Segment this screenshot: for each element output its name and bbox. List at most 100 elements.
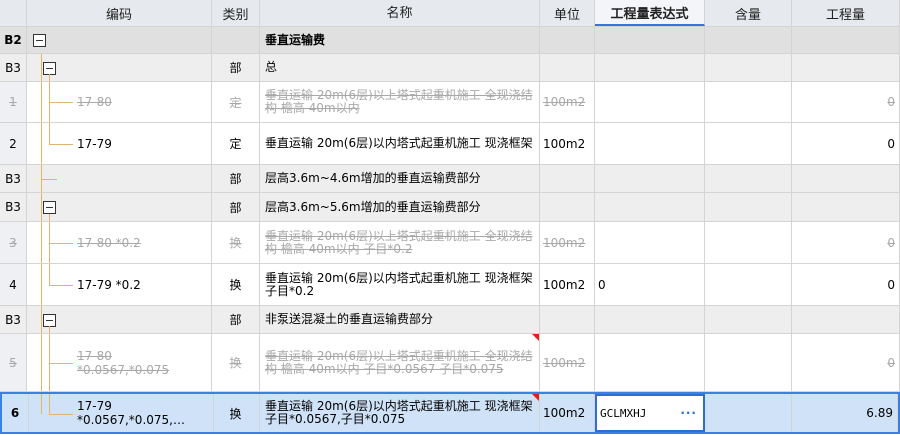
qty-cell[interactable] xyxy=(705,334,792,391)
amount-cell[interactable]: 0 xyxy=(792,82,900,122)
name-cell[interactable]: 总 xyxy=(260,54,540,81)
expr-cell[interactable] xyxy=(595,54,705,81)
code-cell[interactable] xyxy=(27,54,212,81)
name-cell[interactable]: 垂直运输 20m(6层)以内塔式起重机施工 现浇框架 xyxy=(260,123,540,164)
amount-cell[interactable]: 0 xyxy=(792,222,900,263)
table-row[interactable]: B2 垂直运输费 xyxy=(0,27,900,54)
expr-cell[interactable] xyxy=(595,306,705,333)
expr-cell[interactable] xyxy=(595,334,705,391)
table-row[interactable]: 5 17-80 *0.0567,*0.075 换 垂直运输 20m(6层)以上塔… xyxy=(0,334,900,392)
amount-cell[interactable] xyxy=(792,54,900,81)
type-cell[interactable]: 定 xyxy=(212,123,260,164)
table-row[interactable]: 4 17-79 *0.2 换 垂直运输 20m(6层)以内塔式起重机施工 现浇框… xyxy=(0,264,900,306)
collapse-toggle-icon[interactable] xyxy=(43,201,56,214)
code-cell[interactable]: 17-79 xyxy=(27,123,212,164)
name-cell[interactable]: 非泵送混凝土的垂直运输费部分 xyxy=(260,306,540,333)
header-type[interactable]: 类别 xyxy=(212,0,260,26)
name-cell[interactable]: 垂直运输 20m(6层)以上塔式起重机施工 全现浇结构 檐高 40m以内 子目*… xyxy=(260,334,540,391)
amount-cell[interactable]: 6.89 xyxy=(792,394,898,432)
type-cell[interactable]: 换 xyxy=(212,334,260,391)
type-cell[interactable]: 部 xyxy=(212,54,260,81)
qty-cell[interactable] xyxy=(705,306,792,333)
collapse-toggle-icon[interactable] xyxy=(33,34,46,47)
expr-cell[interactable] xyxy=(595,27,705,53)
expr-cell[interactable] xyxy=(595,165,705,192)
qty-cell[interactable] xyxy=(705,222,792,263)
table-row[interactable]: B3 部 层高3.6m~5.6m增加的垂直运输费部分 xyxy=(0,193,900,222)
header-expr[interactable]: 工程量表达式 xyxy=(595,0,705,26)
type-cell[interactable]: 换 xyxy=(212,222,260,263)
expr-cell[interactable] xyxy=(595,82,705,122)
table-row[interactable]: 3 17-80 *0.2 换 垂直运输 20m(6层)以上塔式起重机施工 全现浇… xyxy=(0,222,900,264)
expr-cell[interactable] xyxy=(595,222,705,263)
name-cell[interactable]: 垂直运输 20m(6层)以内塔式起重机施工 现浇框架 子目*0.2 xyxy=(260,264,540,305)
name-cell[interactable]: 层高3.6m~4.6m增加的垂直运输费部分 xyxy=(260,165,540,192)
qty-cell[interactable] xyxy=(705,27,792,53)
unit-cell[interactable]: 100m2 xyxy=(540,334,595,391)
amount-cell[interactable]: 0 xyxy=(792,264,900,305)
qty-cell[interactable] xyxy=(705,165,792,192)
name-cell[interactable]: 垂直运输 20m(6层)以上塔式起重机施工 全现浇结构 檐高 40m以内 xyxy=(260,82,540,122)
row-number: B3 xyxy=(0,165,27,192)
code-cell[interactable]: 17-80 xyxy=(27,82,212,122)
name-cell[interactable]: 垂直运输 20m(6层)以内塔式起重机施工 现浇框架 子目*0.0567,子目*… xyxy=(260,394,540,432)
unit-cell[interactable] xyxy=(540,193,595,221)
collapse-toggle-icon[interactable] xyxy=(43,61,56,75)
header-name[interactable]: 名称 xyxy=(260,0,540,26)
type-cell[interactable]: 换 xyxy=(212,264,260,305)
ellipsis-icon[interactable]: ··· xyxy=(680,406,697,420)
table-row[interactable]: 1 17-80 定 垂直运输 20m(6层)以上塔式起重机施工 全现浇结构 檐高… xyxy=(0,82,900,123)
unit-cell[interactable]: 100m2 xyxy=(540,222,595,263)
unit-cell[interactable] xyxy=(540,54,595,81)
header-unit[interactable]: 单位 xyxy=(540,0,595,26)
name-cell[interactable]: 层高3.6m~5.6m增加的垂直运输费部分 xyxy=(260,193,540,221)
code-cell[interactable]: 17-79 *0.0567,*0.075,… xyxy=(29,394,214,432)
header-amount[interactable]: 工程量 xyxy=(792,0,900,26)
collapse-toggle-icon[interactable] xyxy=(43,313,56,327)
amount-cell[interactable]: 0 xyxy=(792,123,900,164)
amount-cell[interactable] xyxy=(792,306,900,333)
unit-cell[interactable] xyxy=(540,27,595,53)
type-cell[interactable]: 部 xyxy=(212,165,260,192)
qty-cell[interactable] xyxy=(705,264,792,305)
amount-cell[interactable] xyxy=(792,193,900,221)
table-row[interactable]: B3 部 总 xyxy=(0,54,900,82)
unit-cell[interactable]: 100m2 xyxy=(540,123,595,164)
code-cell[interactable] xyxy=(27,193,212,221)
qty-cell[interactable] xyxy=(705,54,792,81)
amount-cell[interactable] xyxy=(792,27,900,53)
header-code[interactable]: 编码 xyxy=(27,0,212,26)
unit-cell[interactable] xyxy=(540,306,595,333)
code-cell[interactable] xyxy=(27,165,212,192)
qty-cell[interactable] xyxy=(705,394,792,432)
table-row[interactable]: B3 部 非泵送混凝土的垂直运输费部分 xyxy=(0,306,900,334)
type-cell[interactable]: 部 xyxy=(212,306,260,333)
unit-cell[interactable] xyxy=(540,165,595,192)
name-cell[interactable]: 垂直运输 20m(6层)以上塔式起重机施工 全现浇结构 檐高 40m以内 子目*… xyxy=(260,222,540,263)
code-cell[interactable]: 17-80 *0.2 xyxy=(27,222,212,263)
unit-cell[interactable]: 100m2 xyxy=(540,394,595,432)
unit-cell[interactable]: 100m2 xyxy=(540,82,595,122)
code-cell[interactable]: 17-80 *0.0567,*0.075 xyxy=(27,334,212,391)
code-cell[interactable] xyxy=(27,306,212,333)
header-qty[interactable]: 含量 xyxy=(705,0,792,26)
unit-cell[interactable]: 100m2 xyxy=(540,264,595,305)
qty-cell[interactable] xyxy=(705,193,792,221)
type-cell[interactable] xyxy=(212,27,260,53)
expr-cell[interactable]: 0 xyxy=(595,264,705,305)
table-row[interactable]: B3 部 层高3.6m~4.6m增加的垂直运输费部分 xyxy=(0,165,900,193)
type-cell[interactable]: 部 xyxy=(212,193,260,221)
table-row-selected[interactable]: 6 17-79 *0.0567,*0.075,… 换 垂直运输 20m(6层)以… xyxy=(0,392,900,434)
code-cell[interactable] xyxy=(27,27,212,53)
expr-cell[interactable] xyxy=(595,123,705,164)
expr-input[interactable]: GCLMXHJ ··· xyxy=(595,394,705,432)
amount-cell[interactable]: 0 xyxy=(792,334,900,391)
table-row[interactable]: 2 17-79 定 垂直运输 20m(6层)以内塔式起重机施工 现浇框架 100… xyxy=(0,123,900,165)
qty-cell[interactable] xyxy=(705,82,792,122)
expr-cell[interactable] xyxy=(595,193,705,221)
amount-cell[interactable] xyxy=(792,165,900,192)
type-cell[interactable]: 换 xyxy=(212,394,260,432)
code-cell[interactable]: 17-79 *0.2 xyxy=(27,264,212,305)
name-cell[interactable]: 垂直运输费 xyxy=(260,27,540,53)
qty-cell[interactable] xyxy=(705,123,792,164)
